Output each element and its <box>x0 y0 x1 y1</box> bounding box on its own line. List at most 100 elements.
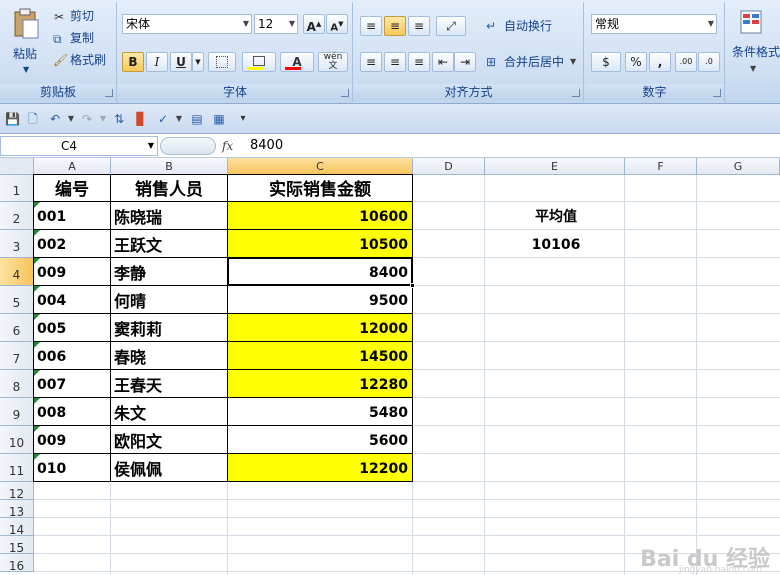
name-cell[interactable]: 朱文 <box>111 398 227 425</box>
table-header-cell[interactable]: 编号 <box>34 175 110 201</box>
row-header-10[interactable]: 10 <box>0 426 34 454</box>
average-label-cell[interactable]: 平均值 <box>485 202 624 229</box>
decrease-indent-button[interactable]: ⇤ <box>432 52 454 72</box>
amount-cell[interactable]: 14500 <box>228 342 412 369</box>
name-cell[interactable]: 窦莉莉 <box>111 314 227 341</box>
decrease-decimal-button[interactable]: .0 <box>698 52 720 72</box>
amount-cell[interactable]: 5480 <box>228 398 412 425</box>
spreadsheet-grid[interactable]: ABCDEFG 1 2 3 4 5 6 7 8 9 10 11 12 13 14 15 16 编号 销售人员 实际… <box>0 158 780 575</box>
name-cell[interactable]: 侯佩佩 <box>111 454 227 481</box>
name-cell[interactable]: 欧阳文 <box>111 426 227 453</box>
row-header-5[interactable]: 5 <box>0 286 34 314</box>
name-cell[interactable]: 王跃文 <box>111 230 227 257</box>
number-format-select[interactable]: 常规 ▼ <box>591 14 717 34</box>
conditional-format-icon[interactable] <box>740 10 762 34</box>
amount-cell[interactable]: 8400 <box>228 258 412 285</box>
chart-icon[interactable]: ▊ <box>134 112 148 126</box>
copy-button[interactable]: 复制 <box>70 28 94 48</box>
name-box-dropdown-icon[interactable]: ▼ <box>148 137 154 155</box>
underline-button[interactable]: U <box>170 52 192 72</box>
fill-handle[interactable] <box>410 283 415 288</box>
align-middle-button[interactable]: ≡ <box>384 16 406 36</box>
merge-center-icon[interactable]: ⊞ <box>486 55 496 69</box>
row-header-7[interactable]: 7 <box>0 342 34 370</box>
amount-cell[interactable]: 5600 <box>228 426 412 453</box>
merge-center-button[interactable]: 合并后居中 <box>504 52 564 72</box>
formula-input[interactable]: 8400 <box>250 136 283 156</box>
font-name-select[interactable]: 宋体 ▼ <box>122 14 252 34</box>
row-header-12[interactable]: 12 <box>0 482 34 501</box>
bold-button[interactable]: B <box>122 52 144 72</box>
id-cell[interactable]: 001 <box>34 202 110 229</box>
number-launcher-icon[interactable] <box>713 89 721 97</box>
insert-function-button[interactable]: fx <box>222 137 238 155</box>
sort-icon[interactable]: ⇅ <box>112 112 126 126</box>
new-file-icon[interactable]: 🗋 <box>26 112 40 126</box>
conditional-format-button[interactable]: 条件格式 <box>732 42 780 62</box>
paste-dropdown-icon[interactable]: ▼ <box>23 60 29 80</box>
fill-color-button[interactable] <box>242 52 276 72</box>
row-header-15[interactable]: 15 <box>0 536 34 555</box>
alignment-launcher-icon[interactable] <box>572 89 580 97</box>
column-header-b[interactable]: B <box>111 158 228 175</box>
name-box[interactable]: C4 ▼ <box>0 136 158 156</box>
id-cell[interactable]: 009 <box>34 426 110 453</box>
row-header-11[interactable]: 11 <box>0 454 34 482</box>
undo-dropdown-icon[interactable]: ▼ <box>64 112 78 126</box>
row-header-6[interactable]: 6 <box>0 314 34 342</box>
redo-dropdown-icon[interactable]: ▼ <box>96 112 110 126</box>
column-header-a[interactable]: A <box>34 158 111 175</box>
undo-icon[interactable]: ↶ <box>48 112 62 126</box>
row-header-2[interactable]: 2 <box>0 202 34 230</box>
name-cell[interactable]: 陈晓瑞 <box>111 202 227 229</box>
amount-cell[interactable]: 12280 <box>228 370 412 397</box>
merge-dropdown-icon[interactable]: ▼ <box>570 57 576 66</box>
shrink-font-button[interactable]: A▼ <box>326 14 348 34</box>
align-bottom-button[interactable]: ≡ <box>408 16 430 36</box>
name-cell[interactable]: 何晴 <box>111 286 227 313</box>
paste-icon[interactable] <box>12 8 40 40</box>
column-header-f[interactable]: F <box>625 158 697 175</box>
table-header-cell[interactable]: 实际销售金额 <box>228 175 412 201</box>
id-cell[interactable]: 009 <box>34 258 110 285</box>
currency-button[interactable]: $ <box>591 52 621 72</box>
id-cell[interactable]: 010 <box>34 454 110 481</box>
formula-bar-toggle[interactable] <box>160 137 216 155</box>
column-header-e[interactable]: E <box>485 158 625 175</box>
phonetic-button[interactable]: wén 文 <box>318 52 348 72</box>
qat-dropdown-icon[interactable]: ▼ <box>172 112 186 126</box>
clipboard-launcher-icon[interactable] <box>105 89 113 97</box>
row-header-4[interactable]: 4 <box>0 258 34 286</box>
select-all-corner[interactable] <box>0 158 34 175</box>
id-cell[interactable]: 008 <box>34 398 110 425</box>
align-center-button[interactable]: ≡ <box>384 52 406 72</box>
borders-button[interactable] <box>208 52 236 72</box>
amount-cell[interactable]: 9500 <box>228 286 412 313</box>
wrap-text-icon[interactable]: ↵ <box>486 19 496 33</box>
format-painter-button[interactable]: 格式刷 <box>70 50 106 70</box>
table-header-cell[interactable]: 销售人员 <box>111 175 227 201</box>
row-header-9[interactable]: 9 <box>0 398 34 426</box>
form-icon[interactable]: ▤ <box>190 112 204 126</box>
id-cell[interactable]: 006 <box>34 342 110 369</box>
save-icon[interactable]: 💾 <box>5 112 20 126</box>
amount-cell[interactable]: 10500 <box>228 230 412 257</box>
increase-decimal-button[interactable]: .00 <box>675 52 697 72</box>
increase-indent-button[interactable]: ⇥ <box>454 52 476 72</box>
amount-cell[interactable]: 12000 <box>228 314 412 341</box>
cut-button[interactable]: 剪切 <box>70 6 94 26</box>
copy-icon[interactable]: ⧉ <box>53 32 62 47</box>
column-header-c[interactable]: C <box>228 158 413 175</box>
row-header-16[interactable]: 16 <box>0 554 34 573</box>
format-painter-icon[interactable]: 🖌 <box>53 53 68 67</box>
id-cell[interactable]: 005 <box>34 314 110 341</box>
cut-icon[interactable]: ✂ <box>54 10 64 24</box>
check-icon[interactable]: ✓ <box>156 112 170 126</box>
align-left-button[interactable]: ≡ <box>360 52 382 72</box>
id-cell[interactable]: 007 <box>34 370 110 397</box>
average-value-cell[interactable]: 10106 <box>485 230 624 257</box>
amount-cell[interactable]: 12200 <box>228 454 412 481</box>
row-header-3[interactable]: 3 <box>0 230 34 258</box>
wrap-text-button[interactable]: 自动换行 <box>504 16 552 36</box>
percent-button[interactable]: % <box>625 52 647 72</box>
